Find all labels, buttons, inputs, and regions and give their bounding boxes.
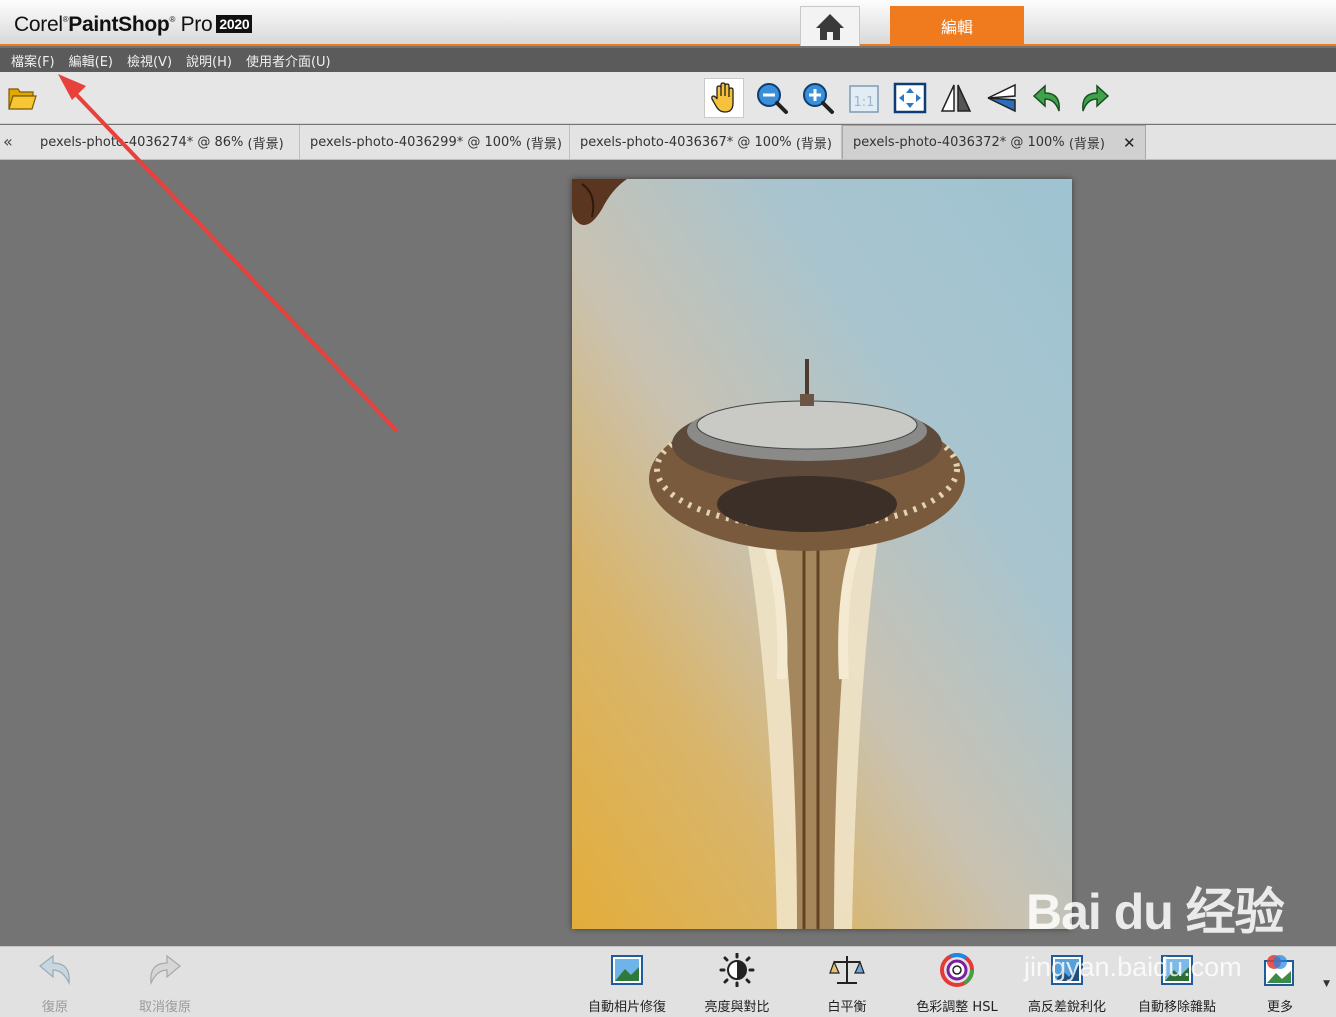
mirror-button[interactable] <box>982 78 1022 118</box>
rotate-left-button[interactable] <box>1028 78 1068 118</box>
menu-user-interface[interactable]: 使用者介面(U) <box>239 51 338 70</box>
title-bar: Corel®PaintShop® Pro 2020 編輯 <box>0 0 1336 46</box>
photo-fix-icon <box>611 955 643 985</box>
undo-label: 復原 <box>41 1000 68 1015</box>
color-wheel-icon <box>940 953 974 987</box>
doc-tab-name: pexels-photo-4036367* <box>580 134 734 150</box>
logo-year: 2020 <box>216 15 253 33</box>
app-logo: Corel®PaintShop® Pro 2020 <box>14 13 253 37</box>
redo-button[interactable]: 取消復原 <box>110 953 220 1015</box>
bottom-toolbar: 復原 取消復原 自動相片修復 亮度與對比 白平衡 色彩調整 HSL 高反差銳利化… <box>0 946 1336 1017</box>
actual-size-text: 1:1 <box>854 95 875 110</box>
rotate-right-icon <box>1082 84 1110 112</box>
open-folder-icon <box>8 88 37 110</box>
zoom-in-icon <box>803 83 834 114</box>
brightness-icon <box>719 953 755 987</box>
doc-tab-layer: (背景) <box>795 136 832 152</box>
brightness-contrast-label: 亮度與對比 <box>704 1000 770 1015</box>
pan-hand-icon <box>711 82 734 113</box>
high-pass-sharpen-button[interactable]: 高反差銳利化 <box>1012 953 1122 1015</box>
close-tab-icon[interactable]: ✕ <box>1123 134 1136 152</box>
fit-window-button[interactable] <box>890 78 930 118</box>
doc-tab-name: pexels-photo-4036372* <box>853 135 1007 150</box>
zoom-in-button[interactable] <box>798 78 838 118</box>
logo-product: PaintShop <box>68 13 170 36</box>
doc-tab-layer: (背景) <box>247 136 284 152</box>
menu-help[interactable]: 說明(H) <box>179 51 239 70</box>
auto-photo-fix-button[interactable]: 自動相片修復 <box>572 953 682 1015</box>
undo-icon <box>39 954 70 986</box>
auto-photo-fix-label: 自動相片修復 <box>587 1000 666 1015</box>
flip-icon <box>940 84 972 112</box>
home-icon <box>816 13 844 40</box>
redo-icon <box>150 954 181 986</box>
flip-button[interactable] <box>936 78 976 118</box>
logo-pro: Pro <box>180 13 213 36</box>
zoom-out-button[interactable] <box>752 78 792 118</box>
fit-window-icon <box>893 82 927 114</box>
hsl-button[interactable]: 色彩調整 HSL <box>902 953 1012 1015</box>
doc-tab-name: pexels-photo-4036299* <box>310 134 464 150</box>
sharpen-icon <box>1051 955 1083 985</box>
doc-tab-name: pexels-photo-4036274* <box>40 134 194 150</box>
doc-tab[interactable]: pexels-photo-4036274* @ 86% (背景) <box>30 125 300 159</box>
actual-size-button[interactable]: 1:1 <box>844 78 884 118</box>
toolbar: 1:1 <box>0 72 1336 124</box>
white-balance-label: 白平衡 <box>827 1000 867 1015</box>
auto-noise-removal-button[interactable]: 自動移除雜點 <box>1122 953 1232 1015</box>
redo-label: 取消復原 <box>138 1000 191 1015</box>
white-balance-button[interactable]: 白平衡 <box>792 953 902 1015</box>
home-tab[interactable] <box>800 6 860 46</box>
rotate-left-icon <box>1032 84 1060 112</box>
open-button[interactable] <box>2 78 42 118</box>
more-tools-icon <box>1264 955 1294 986</box>
photo-space-needle <box>572 179 1072 929</box>
menu-edit[interactable]: 編輯(E) <box>62 51 120 70</box>
zoom-out-icon <box>757 83 788 114</box>
doc-tab-active[interactable]: pexels-photo-4036372* @ 100% (背景) ✕ <box>842 125 1146 159</box>
noise-removal-icon <box>1161 955 1193 985</box>
doc-tab-zoom: @ 100% <box>467 134 522 150</box>
menu-bar: 檔案(F) 編輯(E) 檢視(V) 說明(H) 使用者介面(U) <box>0 48 1336 72</box>
doc-tab-zoom: @ 100% <box>737 134 792 150</box>
rotate-right-button[interactable] <box>1074 78 1114 118</box>
brightness-contrast-button[interactable]: 亮度與對比 <box>682 953 792 1015</box>
tab-scroll-left-icon[interactable]: « <box>3 132 13 151</box>
edit-workspace-tab[interactable]: 編輯 <box>890 6 1024 46</box>
image-canvas[interactable] <box>0 160 1336 946</box>
doc-tab-zoom: @ 100% <box>1010 135 1065 150</box>
more-label: 更多 <box>1266 1000 1293 1015</box>
high-pass-sharpen-label: 高反差銳利化 <box>1027 1000 1106 1015</box>
menu-file[interactable]: 檔案(F) <box>4 51 62 70</box>
doc-tab-layer: (背景) <box>525 136 562 152</box>
actual-size-icon: 1:1 <box>849 85 879 113</box>
scale-icon <box>829 956 865 984</box>
undo-button[interactable]: 復原 <box>0 953 110 1015</box>
doc-tab[interactable]: pexels-photo-4036299* @ 100% (背景) <box>300 125 570 159</box>
pan-tool-button[interactable] <box>704 78 744 118</box>
logo-corel: Corel <box>14 13 63 36</box>
doc-tab-layer: (背景) <box>1068 137 1105 152</box>
doc-tab[interactable]: pexels-photo-4036367* @ 100% (背景) <box>570 125 842 159</box>
hsl-label: 色彩調整 HSL <box>916 1000 998 1015</box>
document-tabs: « pexels-photo-4036274* @ 86% (背景) pexel… <box>0 125 1336 160</box>
auto-noise-removal-label: 自動移除雜點 <box>1137 1000 1216 1015</box>
dropdown-arrow-icon[interactable]: ▼ <box>1323 979 1330 989</box>
menu-view[interactable]: 檢視(V) <box>120 51 179 70</box>
doc-tab-zoom: @ 86% <box>197 134 244 150</box>
more-button[interactable]: 更多 <box>1225 953 1335 1015</box>
space-needle-illustration <box>572 179 965 929</box>
mirror-icon <box>987 83 1016 113</box>
